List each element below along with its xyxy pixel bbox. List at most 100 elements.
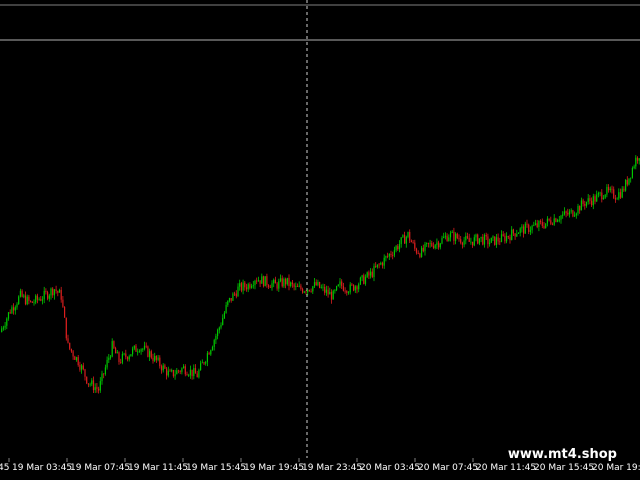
candle-body <box>179 371 181 372</box>
candle-body <box>84 369 86 377</box>
candle-body <box>303 291 305 293</box>
candle-body <box>79 365 81 370</box>
candle-body <box>451 231 453 233</box>
candle-body <box>482 236 484 245</box>
candle-body <box>550 220 552 224</box>
candle-body <box>126 356 129 360</box>
x-tick-label: 20 Mar 03:45 <box>360 463 420 473</box>
candle-body <box>432 246 435 249</box>
candle-body <box>315 282 317 286</box>
candle-body <box>536 223 538 228</box>
candle-body <box>58 289 61 293</box>
candle-body <box>327 289 329 295</box>
candle-body <box>504 235 506 242</box>
candle-body <box>587 198 589 202</box>
candle-body <box>249 284 251 288</box>
candle-body <box>507 236 509 238</box>
candle-body <box>512 229 514 234</box>
candle-body <box>57 291 59 293</box>
candle-body <box>574 215 576 217</box>
candle-body <box>375 266 377 268</box>
candle-body <box>31 301 33 303</box>
candle-body <box>546 218 548 224</box>
candle-body <box>269 286 271 288</box>
candle-body <box>160 366 163 371</box>
candle-body <box>169 370 171 372</box>
candle-body <box>28 296 30 301</box>
candle-body <box>296 286 299 287</box>
candle-body <box>43 290 45 300</box>
candle-body <box>410 240 412 243</box>
candle-body <box>295 286 297 287</box>
candle-body <box>223 312 225 318</box>
candle-body <box>596 194 598 202</box>
candle-body <box>329 292 331 295</box>
candle-body <box>218 327 220 331</box>
candle-body <box>94 387 96 391</box>
watermark: www.mt4.shop <box>504 447 620 462</box>
candle-body <box>387 256 389 257</box>
candle-body <box>470 241 472 243</box>
candle-body <box>205 362 207 364</box>
candle-body <box>594 196 596 202</box>
candle-body <box>461 242 463 245</box>
x-tick-label: 45 <box>0 463 9 473</box>
candle-body <box>36 295 38 300</box>
candle-body <box>494 236 496 245</box>
candle-body <box>449 232 452 238</box>
candle-body <box>388 253 390 257</box>
candle-body <box>618 192 620 199</box>
candle-body <box>499 241 501 243</box>
candle-body <box>604 194 606 198</box>
candle-body <box>361 275 363 278</box>
candle-body <box>268 285 270 287</box>
candle-body <box>349 284 351 293</box>
candle-body <box>337 284 339 287</box>
candle-body <box>385 256 387 258</box>
candle-body <box>538 220 540 227</box>
candle-body <box>381 262 384 266</box>
candle-body <box>159 357 161 367</box>
candle-body <box>225 305 227 313</box>
candle-body <box>259 280 261 284</box>
candle-body <box>417 253 419 254</box>
candle-body <box>132 348 134 355</box>
candle-body <box>555 218 557 222</box>
x-tick-label: 20 Mar 07:45 <box>418 463 478 473</box>
candle-body <box>273 279 275 284</box>
candle-body <box>317 282 319 286</box>
candle-body <box>237 286 239 297</box>
candle-body <box>45 290 47 293</box>
candle-body <box>545 223 547 228</box>
candle-body <box>458 238 460 240</box>
candle-body <box>103 373 105 375</box>
candle-body <box>390 253 392 256</box>
candle-body <box>448 237 450 242</box>
candle-body <box>24 295 27 305</box>
candle-body <box>4 325 6 328</box>
candle-body <box>422 247 424 252</box>
candle-body <box>300 285 302 290</box>
candle-body <box>453 231 455 241</box>
candle-body <box>308 289 310 292</box>
candle-body <box>358 284 360 290</box>
candle-body <box>608 187 610 191</box>
candle-body <box>427 242 429 244</box>
candle-body <box>541 222 543 226</box>
candle-body <box>16 304 18 308</box>
x-tick-label: 19 Mar 11:45 <box>128 463 188 473</box>
candle-body <box>125 353 127 357</box>
candle-body <box>421 247 423 257</box>
candle-body <box>235 293 237 297</box>
candle-body <box>514 233 516 237</box>
candle-body <box>142 348 144 350</box>
candle-body <box>351 284 353 286</box>
candle-body <box>529 230 531 232</box>
candle-body <box>516 234 518 237</box>
candle-body <box>438 242 440 248</box>
candle-body <box>485 235 487 237</box>
candle-body <box>563 211 565 215</box>
candle-body <box>368 272 370 276</box>
candle-body <box>220 325 222 328</box>
candle-body <box>601 192 603 200</box>
